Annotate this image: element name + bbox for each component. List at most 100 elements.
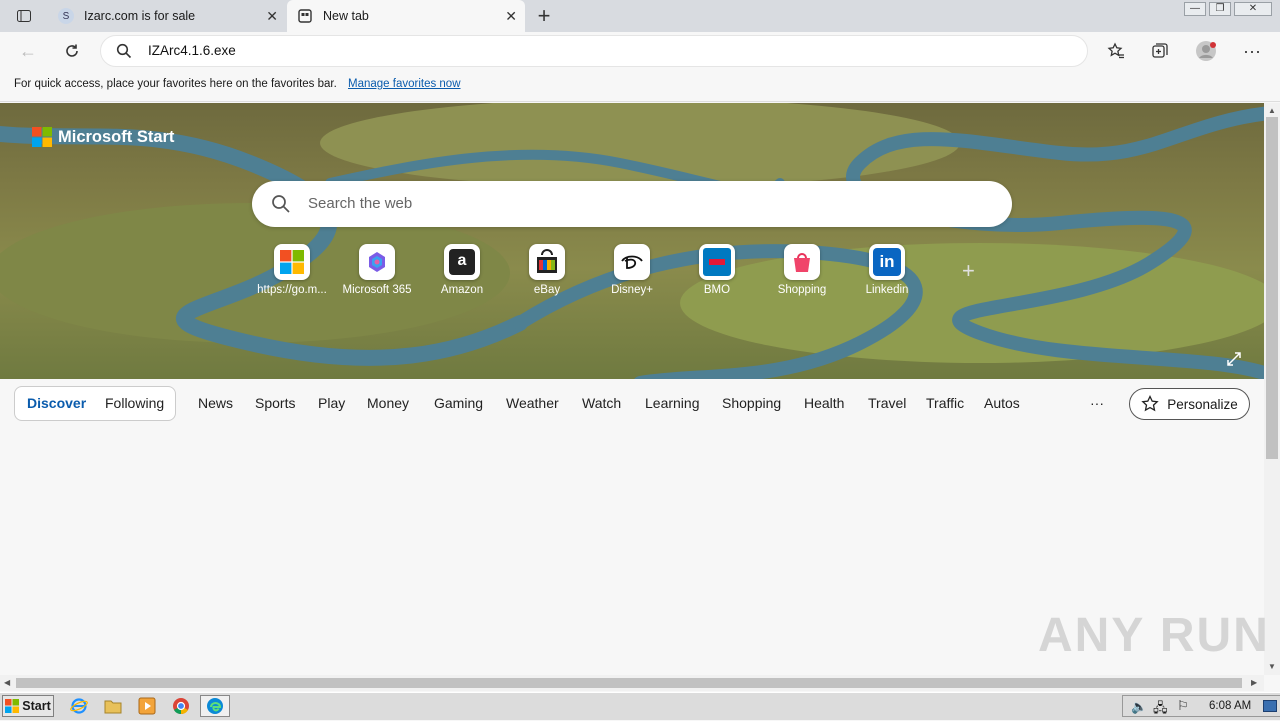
quick-link-label: BMO (703, 284, 731, 296)
feed-nav-bar (0, 379, 1264, 429)
hero-background-image: Microsoft Start (0, 103, 1264, 379)
manage-favorites-link[interactable]: Manage favorites now (348, 78, 461, 90)
ebay-icon (529, 244, 565, 280)
river-landscape-image (0, 103, 1264, 379)
nav-health[interactable]: Health (804, 395, 844, 411)
quick-link-linkedin[interactable]: in Linkedin (847, 244, 927, 296)
show-desktop-icon[interactable] (1263, 700, 1277, 712)
file-explorer-icon[interactable] (100, 695, 126, 717)
nav-autos[interactable]: Autos (984, 395, 1020, 411)
nav-more-icon[interactable]: ··· (1090, 395, 1104, 411)
disney-icon (614, 244, 650, 280)
tab-following[interactable]: Following (105, 395, 164, 411)
close-tab-icon[interactable]: ✕ (505, 8, 517, 25)
nav-traffic[interactable]: Traffic (926, 395, 964, 411)
back-arrow-icon[interactable]: ← (16, 39, 40, 63)
favorites-bar: For quick access, place your favorites h… (0, 70, 1280, 102)
web-search-box[interactable]: Search the web (252, 181, 1012, 227)
vertical-scrollbar[interactable]: ▲ ▼ (1264, 103, 1280, 675)
quick-link-label: Amazon (440, 284, 484, 296)
close-window-icon[interactable]: ✕ (1234, 2, 1272, 16)
amazon-icon: a (444, 244, 480, 280)
microsoft-logo-icon (274, 244, 310, 280)
profile-avatar-icon[interactable] (1194, 39, 1218, 63)
quick-link-bmo[interactable]: BMO (677, 244, 757, 296)
quick-link-label: Linkedin (865, 284, 909, 296)
quick-link-label: https://go.m... (257, 284, 327, 296)
personalize-button[interactable]: Personalize (1129, 388, 1250, 420)
new-tab-plus-icon[interactable]: + (532, 3, 556, 28)
scroll-up-arrow-icon[interactable]: ▲ (1268, 106, 1276, 115)
microsoft-start-logo[interactable]: Microsoft Start (32, 127, 174, 147)
search-icon (112, 39, 136, 63)
vertical-scroll-thumb[interactable] (1266, 117, 1278, 459)
quick-link-go-m[interactable]: https://go.m... (252, 244, 332, 296)
tab-actions-icon[interactable] (12, 4, 36, 28)
horizontal-scrollbar[interactable]: ◀ ▶ (0, 675, 1264, 691)
linkedin-icon: in (869, 244, 905, 280)
quick-link-label: Disney+ (611, 284, 653, 296)
personalize-label: Personalize (1167, 396, 1238, 412)
collections-icon[interactable] (1148, 39, 1172, 63)
scroll-left-arrow-icon[interactable]: ◀ (4, 678, 10, 687)
nav-travel[interactable]: Travel (868, 395, 906, 411)
shopping-bag-icon (784, 244, 820, 280)
nav-learning[interactable]: Learning (645, 395, 700, 411)
brand-name: Microsoft Start (58, 127, 175, 146)
favorites-star-icon[interactable] (1104, 39, 1128, 63)
quick-link-amazon[interactable]: a Amazon (422, 244, 502, 296)
quick-link-label: eBay (533, 284, 561, 296)
site-favicon-icon: S (58, 8, 74, 24)
anyrun-watermark: ANY RUN (1038, 609, 1270, 662)
nav-money[interactable]: Money (367, 395, 409, 411)
media-player-icon[interactable] (134, 695, 160, 717)
action-center-flag-icon[interactable]: ⚐ (1177, 698, 1189, 714)
system-tray: 🔈 🖧 ⚐ 6:08 AM (1122, 695, 1280, 717)
chrome-icon[interactable] (168, 695, 194, 717)
refresh-icon[interactable] (60, 39, 84, 63)
tab-title: Izarc.com is for sale (84, 9, 196, 23)
nav-shopping[interactable]: Shopping (722, 395, 781, 411)
tab-izarc[interactable]: S Izarc.com is for sale ✕ (48, 0, 286, 32)
address-input[interactable]: IZArc4.1.6.exe (148, 43, 236, 58)
microsoft-logo-icon (32, 127, 52, 147)
address-bar[interactable] (100, 35, 1088, 67)
restore-icon[interactable]: ❐ (1209, 2, 1231, 16)
start-label: Start (22, 699, 51, 713)
internet-explorer-icon[interactable] (66, 695, 92, 717)
close-tab-icon[interactable]: ✕ (266, 8, 278, 25)
quick-link-disney[interactable]: Disney+ (592, 244, 672, 296)
start-button[interactable]: Start (2, 695, 54, 717)
minimize-icon[interactable]: — (1184, 2, 1206, 16)
scroll-right-arrow-icon[interactable]: ▶ (1251, 678, 1257, 687)
nav-watch[interactable]: Watch (582, 395, 621, 411)
m365-icon (359, 244, 395, 280)
sparkle-star-icon (1141, 395, 1159, 412)
bmo-icon (699, 244, 735, 280)
scroll-down-arrow-icon[interactable]: ▼ (1268, 662, 1276, 671)
volume-icon[interactable]: 🔈 (1131, 699, 1147, 715)
expand-icon[interactable] (1226, 351, 1242, 370)
add-quick-link-plus-icon[interactable]: + (962, 258, 975, 284)
network-icon[interactable]: 🖧 (1153, 699, 1168, 721)
nav-news[interactable]: News (198, 395, 233, 411)
quick-link-shopping[interactable]: Shopping (762, 244, 842, 296)
search-input[interactable]: Search the web (308, 195, 412, 212)
nav-gaming[interactable]: Gaming (434, 395, 483, 411)
tab-new-tab[interactable]: New tab ✕ (287, 0, 525, 32)
edge-icon[interactable] (200, 695, 230, 717)
nav-play[interactable]: Play (318, 395, 345, 411)
quick-link-microsoft-365[interactable]: Microsoft 365 (337, 244, 417, 296)
clock[interactable]: 6:08 AM (1209, 700, 1251, 712)
nav-sports[interactable]: Sports (255, 395, 295, 411)
nav-weather[interactable]: Weather (506, 395, 559, 411)
horizontal-scroll-thumb[interactable] (16, 678, 1242, 688)
quick-link-label: Shopping (777, 284, 827, 296)
tab-discover[interactable]: Discover (27, 395, 86, 411)
quick-link-ebay[interactable]: eBay (507, 244, 587, 296)
favorites-message: For quick access, place your favorites h… (14, 78, 337, 90)
more-options-icon[interactable]: ··· (1240, 39, 1264, 63)
tab-title: New tab (323, 9, 369, 23)
quick-link-label: Microsoft 365 (342, 284, 412, 296)
new-tab-favicon-icon (297, 8, 313, 24)
